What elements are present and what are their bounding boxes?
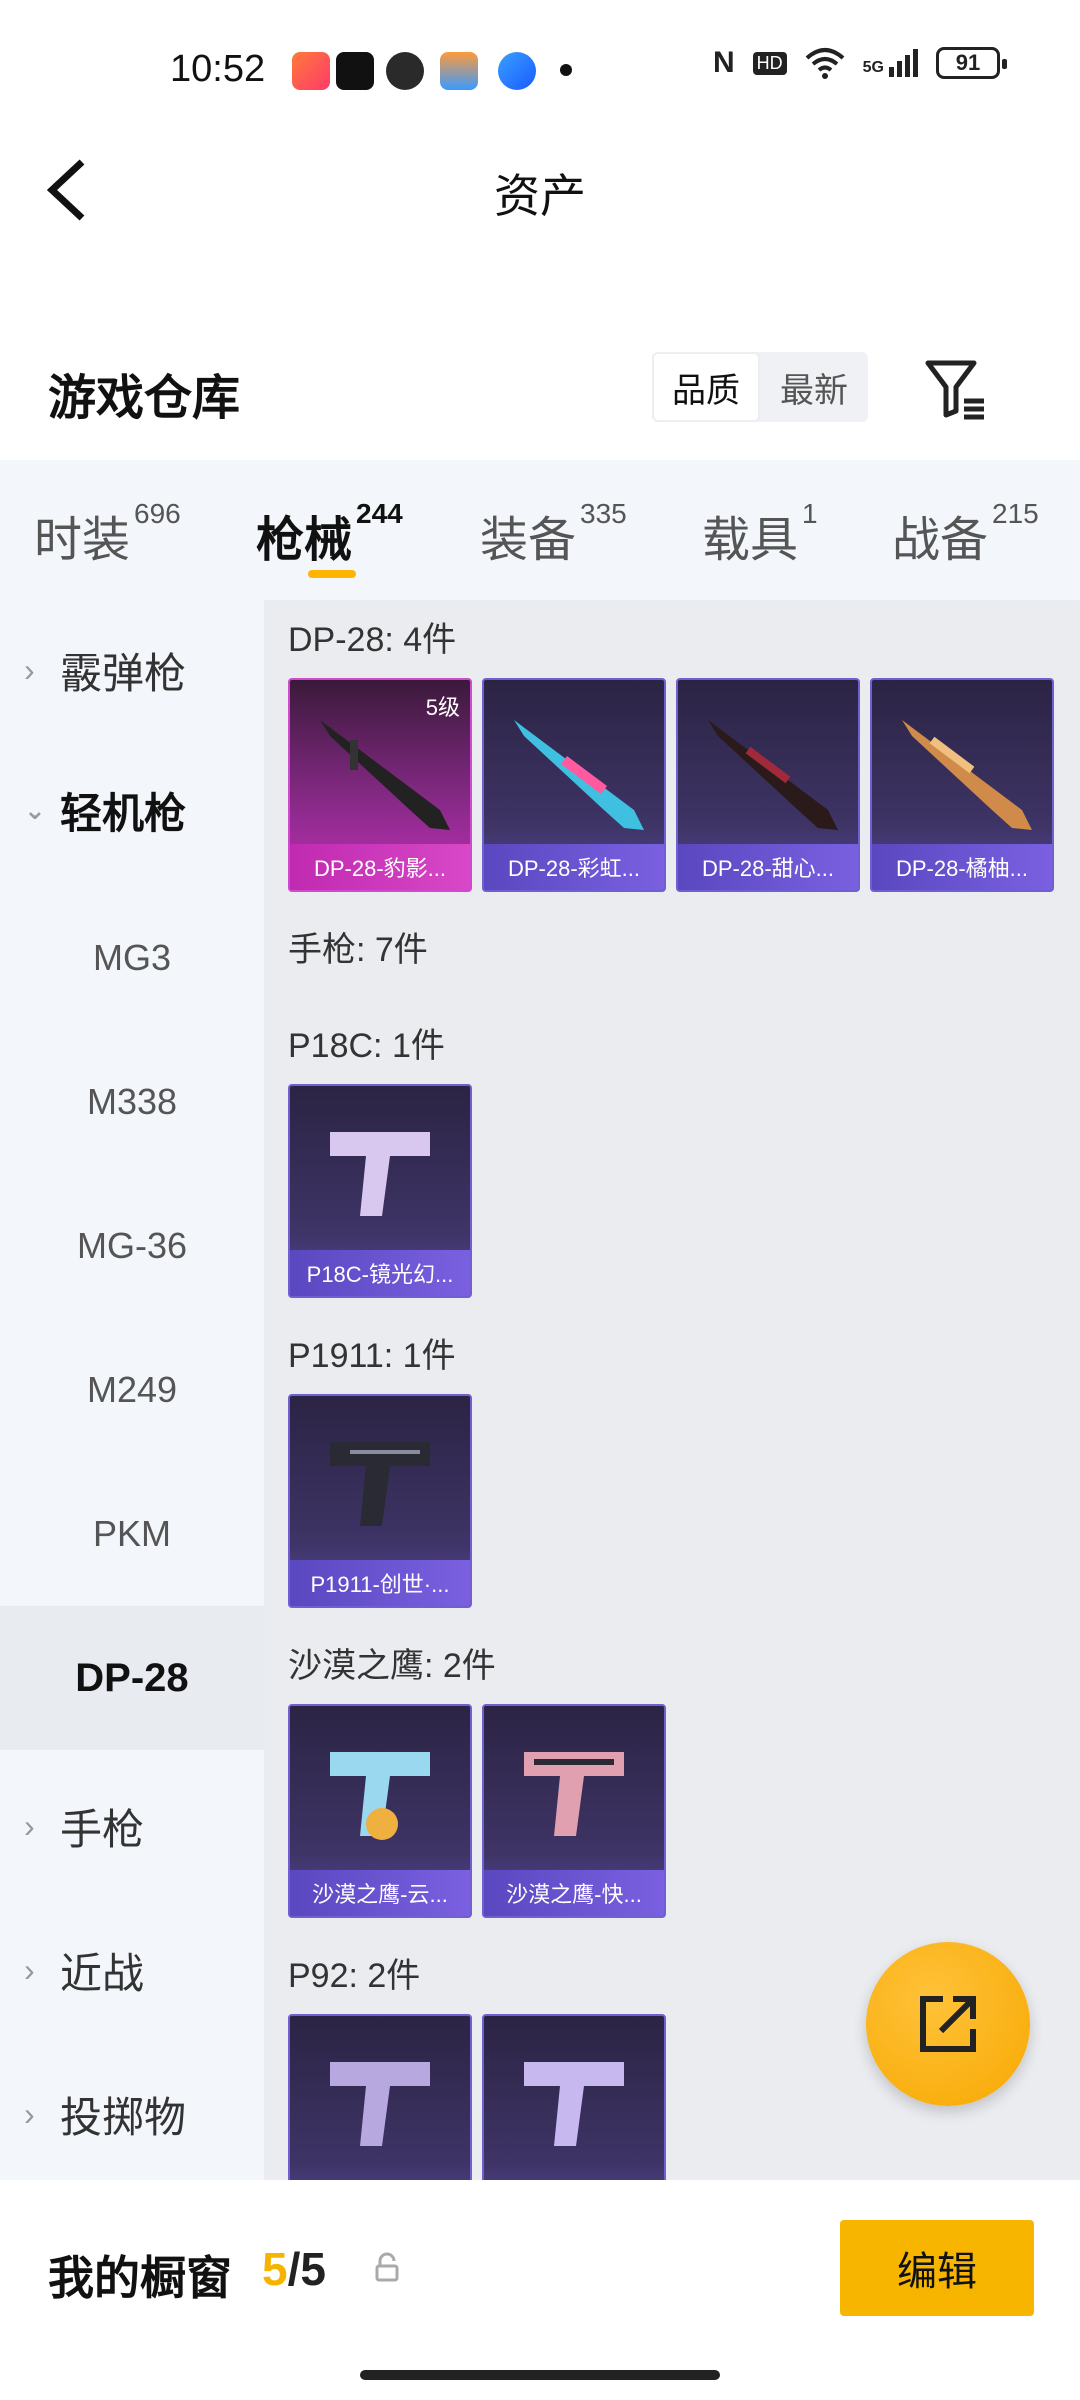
chevron-down-icon: ⌄ [24, 794, 46, 825]
nfc-icon: N [712, 46, 735, 79]
group-label: P18C: 1件 [288, 1027, 445, 1065]
tab-fashion[interactable]: 时装696 [34, 498, 181, 570]
sidebar-item-lmg[interactable]: ⌄ 轻机枪 [0, 740, 264, 880]
dot-icon [560, 64, 572, 76]
share-icon [920, 1996, 976, 2052]
showcase-count: 5/5 [262, 2243, 326, 2295]
sidebar-subitem-m249[interactable]: M249 [0, 1318, 264, 1462]
sidebar-subitem-mg36[interactable]: MG-36 [0, 1174, 264, 1318]
item-card[interactable]: DP-28-甜心... [676, 678, 860, 892]
item-card[interactable] [482, 2014, 666, 2180]
rifle-icon [708, 720, 838, 830]
game-app-icon [292, 52, 330, 90]
item-name: P1911-创世·... [290, 1560, 470, 1606]
item-card[interactable]: DP-28-彩虹... [482, 678, 666, 892]
browser-icon [498, 52, 536, 90]
sidebar-item-throwable[interactable]: › 投掷物 [0, 2044, 264, 2184]
status-time: 10:52 [170, 48, 266, 90]
hd-icon: HD [752, 51, 787, 75]
item-card[interactable] [288, 2014, 472, 2180]
chevron-right-icon: › [24, 2095, 35, 2132]
group-label: P1911: 1件 [288, 1337, 456, 1375]
item-card[interactable]: P1911-创世·... [288, 1394, 472, 1608]
pistol-icon [330, 1752, 430, 1840]
showcase-label: 我的橱窗 [48, 2252, 232, 2304]
group-label: 手枪: 7件 [288, 931, 428, 969]
chevron-right-icon: › [24, 1951, 35, 1988]
sidebar-subitem-pkm[interactable]: PKM [0, 1462, 264, 1606]
sidebar-item-pistol[interactable]: › 手枪 [0, 1756, 264, 1896]
lock-icon [375, 2252, 399, 2282]
item-name: DP-28-彩虹... [484, 844, 664, 890]
edit-button[interactable]: 编辑 [840, 2220, 1034, 2316]
filter-button[interactable] [920, 355, 990, 425]
sidebar-subitem-dp28[interactable]: DP-28 [0, 1606, 264, 1750]
item-card[interactable]: 沙漠之鹰-快... [482, 1704, 666, 1918]
sidebar-item-shotgun[interactable]: › 霰弹枪 [0, 600, 264, 740]
group-label: 沙漠之鹰: 2件 [288, 1647, 496, 1685]
share-fab-button[interactable] [866, 1942, 1030, 2106]
tab-supplies[interactable]: 战备215 [892, 498, 1039, 570]
sidebar: › 霰弹枪 ⌄ 轻机枪 MG3 M338 MG-36 M249 PKM DP-28 … [0, 600, 264, 2180]
sidebar-subitem-mg3[interactable]: MG3 [0, 886, 264, 1030]
wechat-icon [386, 52, 424, 90]
group-label: P92: 2件 [288, 1957, 421, 1995]
wifi-icon [805, 48, 844, 79]
tab-vehicles[interactable]: 载具1 [702, 498, 818, 570]
rifle-icon [514, 720, 644, 830]
status-bar: 10:52 N HD 5G 91 [0, 0, 1080, 140]
item-card[interactable]: 5级 DP-28-豹影... [288, 678, 472, 892]
sort-toggle: 品质 最新 [652, 352, 868, 422]
status-right-icons: N HD 5G 91 [712, 46, 1007, 80]
sidebar-subitem-m338[interactable]: M338 [0, 1030, 264, 1174]
item-card[interactable]: DP-28-橘柚... [870, 678, 1054, 892]
pistol-icon [524, 1752, 624, 1836]
filter-icon [925, 360, 984, 420]
tab-equipment[interactable]: 装备335 [480, 498, 627, 570]
tiktok-icon [336, 52, 374, 90]
pistol-icon [330, 1132, 430, 1216]
section-title: 游戏仓库 [48, 372, 241, 425]
item-name: 沙漠之鹰-云... [290, 1870, 470, 1916]
page-title: 资产 [494, 170, 586, 222]
category-tabs: 时装696 枪械244 装备335 载具1 战备215 [0, 460, 1080, 600]
sidebar-item-melee[interactable]: › 近战 [0, 1900, 264, 2040]
home-indicator[interactable] [360, 2370, 720, 2380]
item-card[interactable]: 沙漠之鹰-云... [288, 1704, 472, 1918]
level-badge: 5级 [425, 695, 460, 720]
group-label: DP-28: 4件 [288, 621, 457, 659]
pistol-icon [524, 2062, 624, 2146]
item-name: 沙漠之鹰-快... [484, 1870, 664, 1916]
item-name: DP-28-豹影... [290, 844, 470, 890]
signal-5g-icon: 5G [863, 49, 918, 77]
active-tab-indicator [308, 570, 356, 578]
item-name: P18C-镜光幻... [290, 1250, 470, 1296]
battery-icon: 91 [936, 47, 1007, 79]
sort-latest-button[interactable]: 最新 [760, 352, 868, 422]
showcase-bar: 我的橱窗 5/5 编辑 [0, 2180, 1080, 2400]
pistol-icon [330, 1442, 430, 1526]
chevron-right-icon: › [24, 651, 35, 688]
tab-guns[interactable]: 枪械244 [256, 498, 403, 570]
sort-quality-button[interactable]: 品质 [652, 352, 760, 422]
item-name: DP-28-橘柚... [872, 844, 1052, 890]
item-card[interactable]: P18C-镜光幻... [288, 1084, 472, 1298]
pistol-icon [330, 2062, 430, 2146]
rifle-icon [902, 720, 1032, 830]
wallet-icon [440, 52, 478, 90]
chevron-right-icon: › [24, 1807, 35, 1844]
item-name: DP-28-甜心... [678, 844, 858, 890]
